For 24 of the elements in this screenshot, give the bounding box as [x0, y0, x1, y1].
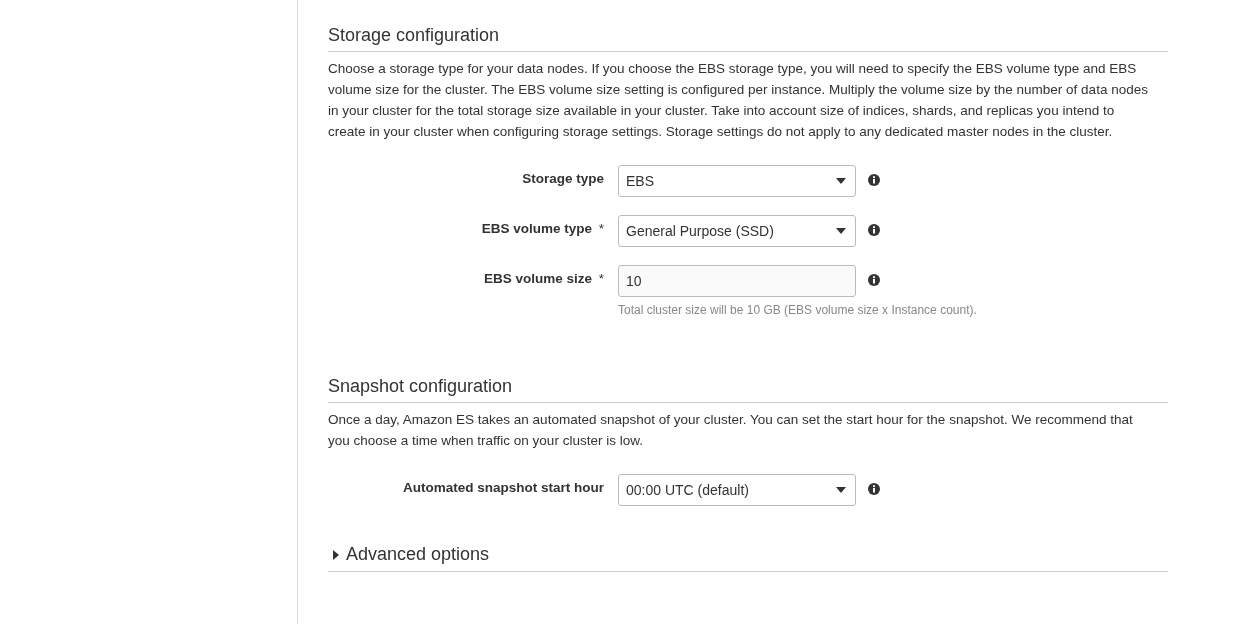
- section-heading: Snapshot configuration: [328, 375, 1168, 403]
- info-icon[interactable]: [868, 483, 880, 495]
- section-heading: Storage configuration: [328, 24, 1168, 52]
- dropdown-select[interactable]: General Purpose (SSD): [618, 215, 856, 247]
- field-hint: Total cluster size will be 10 GB (EBS volume size x Instance count).: [618, 303, 977, 317]
- caret-icon: [333, 549, 339, 560]
- dropdown-select[interactable]: 00:00 UTC (default): [618, 474, 856, 506]
- field-label: Storage type: [522, 171, 604, 186]
- caret-icon: [836, 487, 846, 493]
- info-icon[interactable]: [868, 174, 880, 186]
- input-field[interactable]: 10: [618, 265, 856, 297]
- required-mark: *: [598, 221, 604, 236]
- field-label: EBS volume size: [483, 271, 592, 286]
- info-icon[interactable]: [868, 274, 880, 286]
- required-mark: *: [598, 271, 604, 286]
- advanced-options-toggle[interactable]: Advanced options: [328, 544, 490, 565]
- dropdown-select[interactable]: EBS: [618, 165, 856, 197]
- field-label: EBS volume type: [481, 221, 592, 236]
- section-description: Once a day, Amazon ES takes an automated snapshot of your cluster. You can set the start hour for the snapshot. We recommend that you choose a time when traffic on your cluster is low.: [328, 411, 1134, 450]
- section-description: Choose a storage type for your data nodes. If you choose the EBS storage type, you will need to specify the EBS volume type and EBS volume size for the cluster. The EBS volume size setting is configured per instance. Multiply the volume size by the number of data nodes in your cluster for the total storage size available in your cluster. Take into account size of indices, shards, and replicas you intend to create in your cluster when configuring storage settings. Storage settings do not apply to any dedicated master nodes in the cluster.: [328, 60, 1149, 141]
- info-icon[interactable]: [868, 224, 880, 236]
- field-label: Automated snapshot start hour: [403, 480, 604, 495]
- caret-icon: [836, 228, 846, 234]
- caret-icon: [836, 178, 846, 184]
